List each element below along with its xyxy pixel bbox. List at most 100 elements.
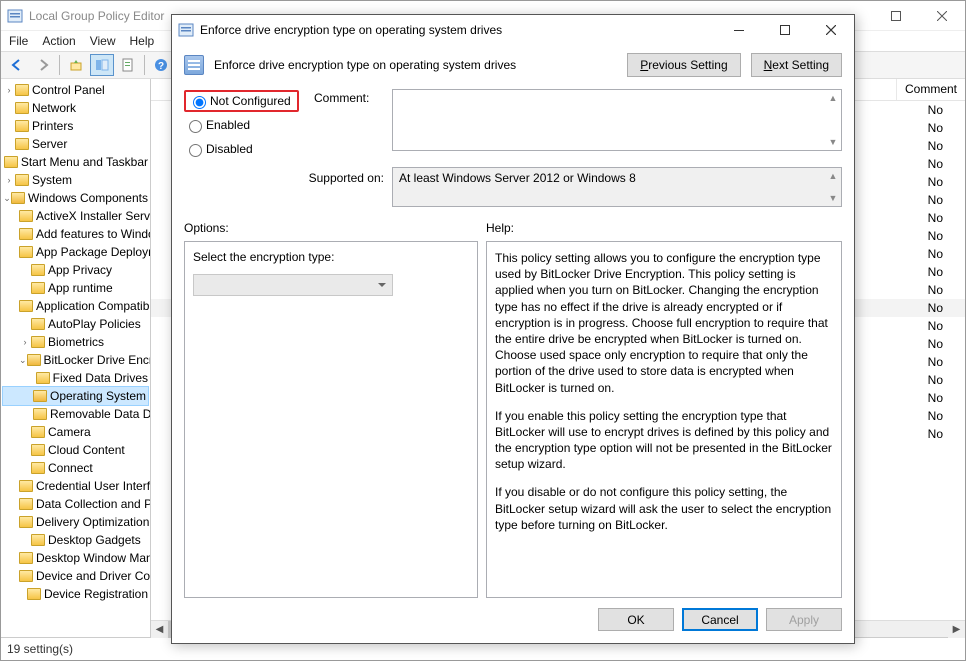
tree-node-label: Server bbox=[32, 135, 67, 153]
tree-node[interactable]: App runtime bbox=[3, 279, 148, 297]
chevron-right-icon[interactable]: › bbox=[3, 171, 15, 189]
radio-disabled-label: Disabled bbox=[206, 142, 253, 156]
tree-node[interactable]: Device and Driver Compatibility bbox=[3, 567, 148, 585]
chevron-down-icon[interactable]: ⌄ bbox=[19, 351, 27, 369]
cell-comment: No bbox=[928, 427, 943, 441]
menu-help[interactable]: Help bbox=[130, 34, 155, 48]
menu-file[interactable]: File bbox=[9, 34, 28, 48]
scroll-up-icon[interactable]: ▲ bbox=[826, 91, 840, 105]
properties-button[interactable] bbox=[116, 54, 140, 76]
dialog-icon bbox=[178, 22, 194, 38]
cell-comment: No bbox=[928, 265, 943, 279]
comment-label: Comment: bbox=[314, 89, 392, 161]
tree-node-label: Operating System Drives bbox=[50, 387, 151, 405]
tree-node[interactable]: Application Compatibility bbox=[3, 297, 148, 315]
column-comment[interactable]: Comment bbox=[896, 79, 965, 100]
tree-node[interactable]: Cloud Content bbox=[3, 441, 148, 459]
folder-icon bbox=[19, 480, 33, 492]
cell-comment: No bbox=[928, 301, 943, 315]
tree-node-label: Biometrics bbox=[48, 333, 104, 351]
tree-node[interactable]: AutoPlay Policies bbox=[3, 315, 148, 333]
menu-view[interactable]: View bbox=[90, 34, 116, 48]
radio-not-configured[interactable] bbox=[193, 96, 206, 109]
app-icon bbox=[7, 8, 23, 24]
scroll-down-icon[interactable]: ▼ bbox=[826, 135, 840, 149]
maximize-button[interactable] bbox=[873, 1, 919, 31]
tree-node-label: Desktop Gadgets bbox=[48, 531, 141, 549]
tree-node-label: Add features to Windows bbox=[36, 225, 151, 243]
folder-icon bbox=[36, 372, 50, 384]
comment-textarea[interactable]: ▲ ▼ bbox=[392, 89, 842, 151]
tree-node[interactable]: Operating System Drives bbox=[3, 387, 148, 405]
back-button[interactable] bbox=[5, 54, 29, 76]
tree-node[interactable]: Printers bbox=[3, 117, 148, 135]
chevron-right-icon[interactable]: › bbox=[3, 81, 15, 99]
tree-node[interactable]: App Privacy bbox=[3, 261, 148, 279]
tree-node[interactable]: Fixed Data Drives bbox=[3, 369, 148, 387]
tree-node[interactable]: Data Collection and Preview Builds bbox=[3, 495, 148, 513]
help-text-3: If you disable or do not configure this … bbox=[495, 484, 833, 533]
tree-node[interactable]: Credential User Interface bbox=[3, 477, 148, 495]
tree-node[interactable]: Removable Data Drives bbox=[3, 405, 148, 423]
tree-node[interactable]: ›Control Panel bbox=[3, 81, 148, 99]
folder-icon bbox=[19, 246, 33, 258]
previous-setting-button[interactable]: Previous Setting bbox=[627, 53, 740, 77]
chevron-down-icon[interactable]: ⌄ bbox=[3, 189, 11, 207]
radio-disabled[interactable] bbox=[189, 144, 202, 157]
up-button[interactable] bbox=[64, 54, 88, 76]
tree-node[interactable]: Connect bbox=[3, 459, 148, 477]
radio-enabled[interactable] bbox=[189, 120, 202, 133]
cell-comment: No bbox=[928, 355, 943, 369]
tree-node[interactable]: Delivery Optimization bbox=[3, 513, 148, 531]
tree-node-label: Data Collection and Preview Builds bbox=[36, 495, 151, 513]
tree-node[interactable]: App Package Deployment bbox=[3, 243, 148, 261]
show-tree-button[interactable] bbox=[90, 54, 114, 76]
tree-node[interactable]: Device Registration bbox=[3, 585, 148, 603]
tree-node[interactable]: Camera bbox=[3, 423, 148, 441]
tree-node[interactable]: ⌄ BitLocker Drive Encryption bbox=[3, 351, 148, 369]
tree-node-label: BitLocker Drive Encryption bbox=[44, 351, 151, 369]
supported-text: At least Windows Server 2012 or Windows … bbox=[392, 167, 842, 207]
cancel-button[interactable]: Cancel bbox=[682, 608, 758, 631]
radio-not-configured-label: Not Configured bbox=[210, 94, 291, 108]
chevron-right-icon[interactable]: › bbox=[19, 333, 31, 351]
scroll-left-icon[interactable]: ◀ bbox=[151, 621, 168, 638]
tree-node[interactable]: Server bbox=[3, 135, 148, 153]
close-button[interactable] bbox=[919, 1, 965, 31]
scroll-up-icon[interactable]: ▲ bbox=[826, 169, 840, 183]
scroll-right-icon[interactable]: ▶ bbox=[948, 621, 965, 638]
folder-icon bbox=[19, 552, 33, 564]
tree-node[interactable]: Desktop Window Manager bbox=[3, 549, 148, 567]
tree-node-label: Start Menu and Taskbar bbox=[21, 153, 148, 171]
tree-pane[interactable]: ›Control PanelNetworkPrintersServerStart… bbox=[1, 79, 151, 637]
dialog-minimize-button[interactable] bbox=[716, 15, 762, 45]
folder-icon bbox=[19, 516, 33, 528]
dialog-maximize-button[interactable] bbox=[762, 15, 808, 45]
cell-comment: No bbox=[928, 121, 943, 135]
tree-node[interactable]: › Biometrics bbox=[3, 333, 148, 351]
tree-node[interactable]: Add features to Windows bbox=[3, 225, 148, 243]
tree-node[interactable]: ActiveX Installer Service bbox=[3, 207, 148, 225]
tree-node[interactable]: ›System bbox=[3, 171, 148, 189]
next-setting-button[interactable]: Next Setting bbox=[751, 53, 842, 77]
menu-action[interactable]: Action bbox=[42, 34, 75, 48]
tree-node-label: Cloud Content bbox=[48, 441, 125, 459]
cell-comment: No bbox=[928, 391, 943, 405]
cell-comment: No bbox=[928, 373, 943, 387]
encryption-type-combo[interactable] bbox=[193, 274, 393, 296]
tree-node[interactable]: Network bbox=[3, 99, 148, 117]
help-button[interactable]: ? bbox=[149, 54, 173, 76]
tree-node[interactable]: Desktop Gadgets bbox=[3, 531, 148, 549]
options-label: Options: bbox=[184, 221, 486, 235]
forward-button[interactable] bbox=[31, 54, 55, 76]
tree-node[interactable]: ⌄Windows Components bbox=[3, 189, 148, 207]
tree-node-label: Application Compatibility bbox=[36, 297, 151, 315]
scroll-down-icon[interactable]: ▼ bbox=[826, 191, 840, 205]
folder-icon bbox=[33, 408, 47, 420]
cell-comment: No bbox=[928, 157, 943, 171]
tree-node[interactable]: Start Menu and Taskbar bbox=[3, 153, 148, 171]
ok-button[interactable]: OK bbox=[598, 608, 674, 631]
dialog-close-button[interactable] bbox=[808, 15, 854, 45]
apply-button[interactable]: Apply bbox=[766, 608, 842, 631]
folder-icon bbox=[19, 210, 33, 222]
